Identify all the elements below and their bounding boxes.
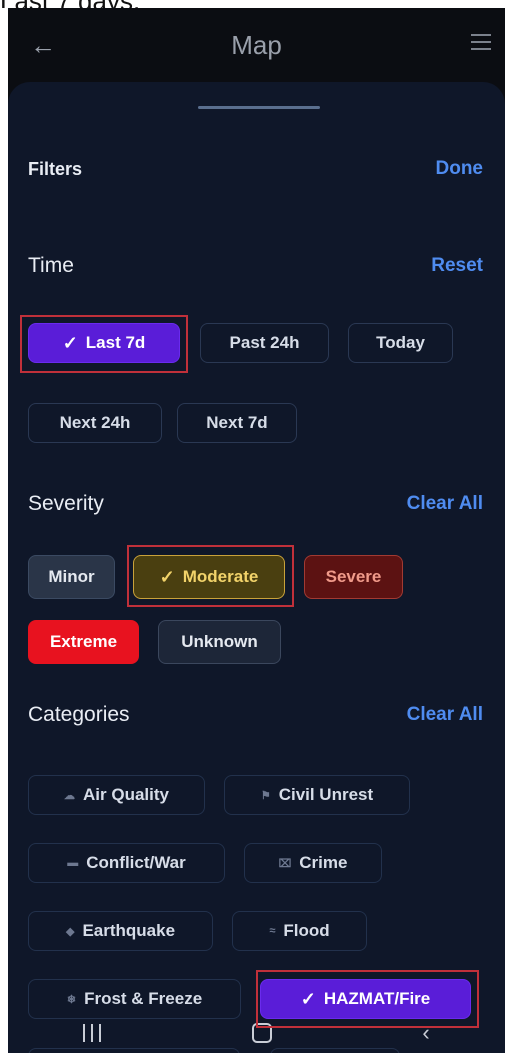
chip-next-24h[interactable]: Next 24h <box>28 403 162 443</box>
chip-label: Frost & Freeze <box>84 989 203 1008</box>
annotation-box <box>256 970 479 1028</box>
page-title: Map <box>231 29 282 60</box>
time-header: Time Reset <box>28 254 483 278</box>
recents-icon[interactable] <box>83 1024 102 1042</box>
phone-screen: ← Map Filters Done Time Reset ✓ Last 7d … <box>8 8 505 1053</box>
chip-past-24h[interactable]: Past 24h <box>200 323 329 363</box>
drag-handle[interactable] <box>198 106 320 109</box>
chip-conflict-war[interactable]: ▬ Conflict/War <box>28 843 225 883</box>
categories-title: Categories <box>28 703 130 726</box>
protest-icon: ⚑ <box>260 789 271 802</box>
annotation-box <box>20 315 188 373</box>
chip-crime[interactable]: ⌧ Crime <box>244 843 382 883</box>
chip-unknown[interactable]: Unknown <box>158 620 281 664</box>
chip-air-quality[interactable]: ☁ Air Quality <box>28 775 205 815</box>
chip-next-7d[interactable]: Next 7d <box>177 403 297 443</box>
list-menu-icon[interactable] <box>471 34 491 55</box>
flood-icon: ≈ <box>269 925 276 937</box>
time-title: Time <box>28 254 74 277</box>
chip-label: Flood <box>283 921 330 940</box>
chip-earthquake[interactable]: ◆ Earthquake <box>28 911 213 951</box>
chip-label: Next 7d <box>206 413 268 432</box>
chip-severe[interactable]: Severe <box>304 555 403 599</box>
chip-minor[interactable]: Minor <box>28 555 115 599</box>
earthquake-icon: ◆ <box>65 925 75 938</box>
chip-label: Unknown <box>181 632 258 651</box>
crime-icon: ⌧ <box>278 857 292 870</box>
annotation-box <box>127 545 294 607</box>
severity-clear-all-button[interactable]: Clear All <box>407 493 483 515</box>
chip-label: Earthquake <box>82 921 176 940</box>
categories-clear-all-button[interactable]: Clear All <box>407 704 483 726</box>
air-icon: ☁ <box>64 789 76 802</box>
categories-header: Categories Clear All <box>28 703 483 727</box>
chip-label: Extreme <box>49 632 118 651</box>
chip-label: Minor <box>48 567 95 586</box>
chip-label: Air Quality <box>83 785 169 804</box>
reset-button[interactable]: Reset <box>431 255 483 277</box>
chip-label: Crime <box>299 853 348 872</box>
conflict-icon: ▬ <box>67 857 79 869</box>
severity-title: Severity <box>28 492 104 515</box>
filters-title: Filters <box>28 158 83 179</box>
chip-flood[interactable]: ≈ Flood <box>232 911 367 951</box>
chip-label: Past 24h <box>229 333 300 352</box>
chip-extreme[interactable]: Extreme <box>28 620 139 664</box>
filters-header: Filters Done <box>28 158 483 180</box>
severity-header: Severity Clear All <box>28 492 483 516</box>
done-button[interactable]: Done <box>436 158 484 180</box>
chip-label: Conflict/War <box>86 853 186 872</box>
chip-label: Next 24h <box>59 413 131 432</box>
chip-label: Civil Unrest <box>278 785 374 804</box>
app-bar: ← Map <box>8 8 505 82</box>
frost-icon: ❄ <box>66 993 77 1006</box>
chip-civil-unrest[interactable]: ⚑ Civil Unrest <box>224 775 410 815</box>
chip-today[interactable]: Today <box>348 323 453 363</box>
back-arrow-icon[interactable]: ← <box>30 30 56 61</box>
chip-label: Severe <box>325 567 382 586</box>
chip-label: Today <box>376 333 425 352</box>
caption-text: Last 7 days. <box>0 0 505 8</box>
